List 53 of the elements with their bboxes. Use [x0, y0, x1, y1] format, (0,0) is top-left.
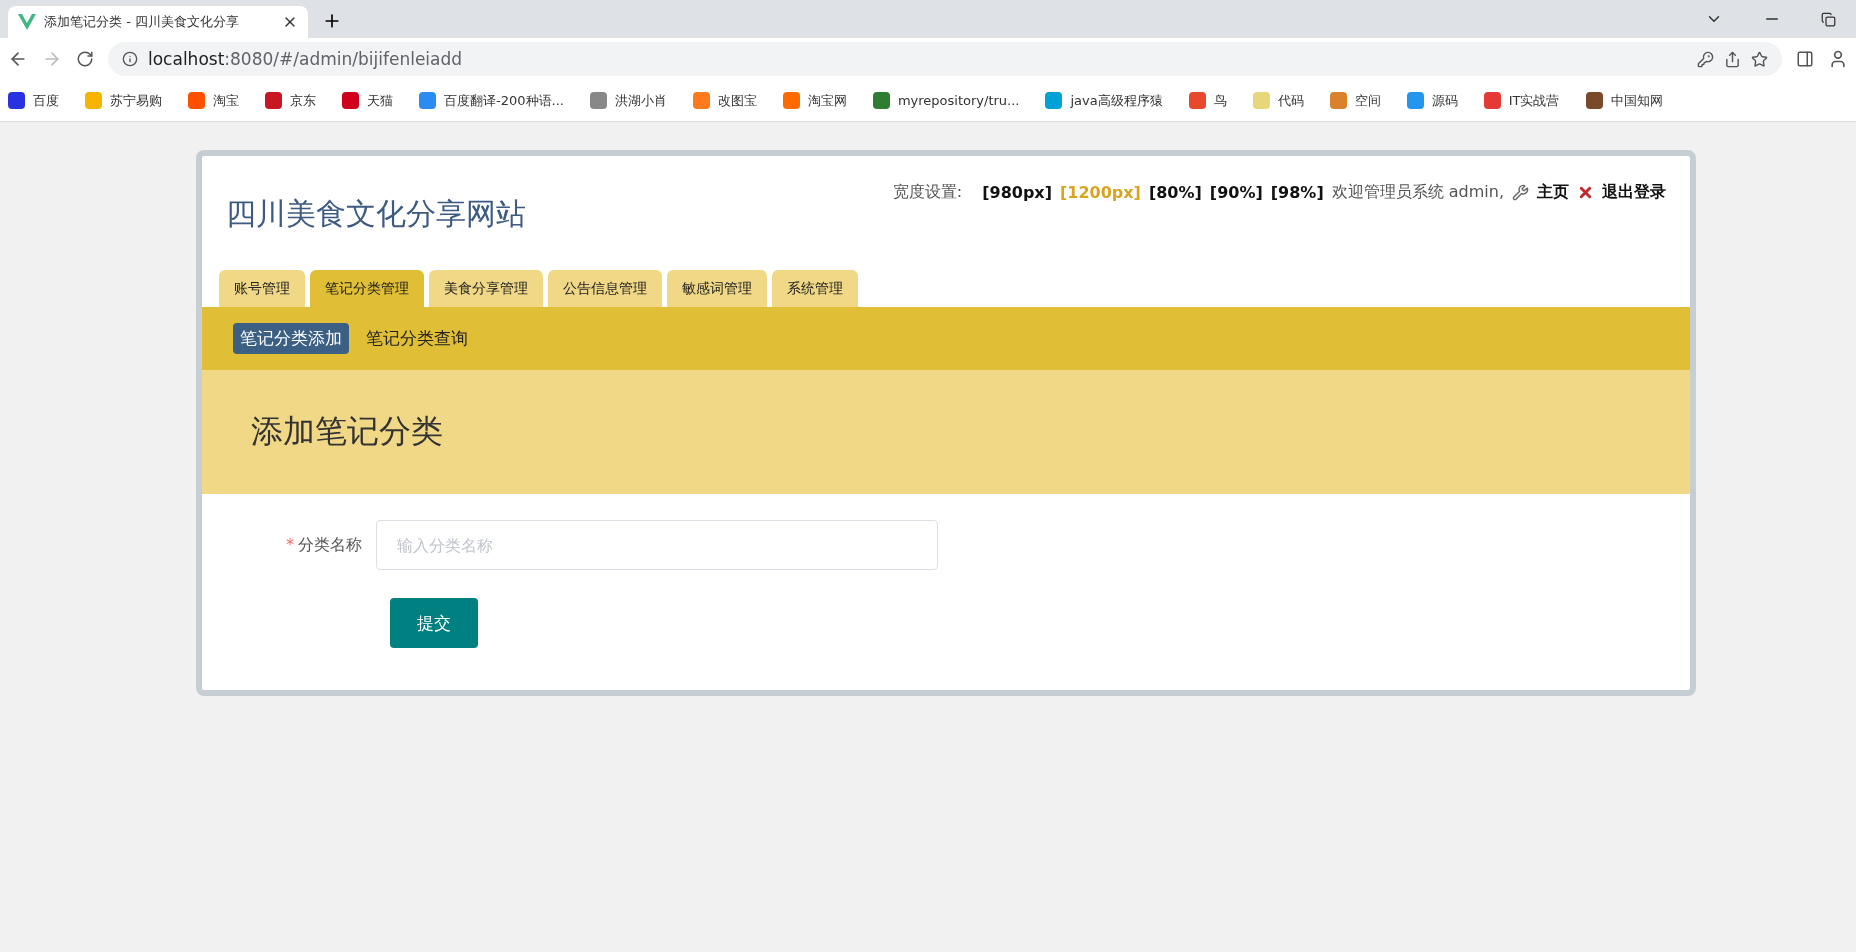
tools-icon — [1512, 184, 1529, 201]
key-icon[interactable] — [1697, 50, 1714, 68]
info-icon[interactable] — [122, 51, 138, 67]
bookmark-link[interactable]: 中国知网 — [1610, 91, 1663, 110]
bookmark-link[interactable]: 空间 — [1354, 91, 1381, 110]
bookmark-link[interactable]: 淘宝网 — [807, 91, 847, 110]
bookmark-link[interactable]: 百度 — [33, 91, 59, 110]
width-setting-label: 宽度设置: — [892, 182, 963, 203]
nav-tab[interactable]: 笔记分类管理 — [310, 270, 424, 307]
side-panel-icon[interactable] — [1796, 50, 1814, 68]
bookmark-link[interactable]: 百度翻译-200种语... — [444, 91, 564, 110]
nav-tab[interactable]: 账号管理 — [219, 270, 305, 307]
nav-tab[interactable]: 系统管理 — [772, 270, 858, 307]
bookmark-link[interactable]: 天猫 — [367, 91, 393, 110]
sub-nav-link[interactable]: 笔记分类添加 — [233, 323, 349, 354]
width-option-link[interactable]: [98%] — [1270, 183, 1324, 202]
width-option-link[interactable]: [90%] — [1209, 183, 1263, 202]
nav-tab[interactable]: 敏感词管理 — [667, 270, 767, 307]
address-bar[interactable]: localhost:8080/#/admin/bijifenleiadd — [108, 42, 1782, 76]
browser-tab[interactable]: 添加笔记分类 - 四川美食文化分享 — [8, 6, 308, 38]
bookmark-link[interactable]: 源码 — [1431, 91, 1458, 110]
bookmark-link[interactable]: 淘宝 — [213, 91, 239, 110]
page-title: 添加笔记分类 — [251, 411, 443, 452]
bookmark-link[interactable]: 改图宝 — [717, 91, 757, 110]
submit-button[interactable]: 提交 — [390, 598, 478, 648]
bookmark-link[interactable]: 代码 — [1277, 91, 1304, 110]
nav-tab[interactable]: 公告信息管理 — [548, 270, 662, 307]
tab-title: 添加笔记分类 - 四川美食文化分享 — [44, 13, 240, 31]
input-field[interactable]: 输入分类名称 — [376, 520, 938, 570]
sub-nav-link[interactable]: 笔记分类查询 — [359, 323, 475, 354]
close-icon — [1577, 184, 1594, 201]
logout-link[interactable]: 退出登录 — [1602, 182, 1666, 203]
width-option-link[interactable]: [80%] — [1148, 183, 1202, 202]
site-title: 四川美食文化分享网站 — [226, 195, 526, 233]
nav-tab[interactable]: 美食分享管理 — [429, 270, 543, 307]
bookmark-link[interactable]: 鸟 — [1213, 91, 1227, 110]
welcome-text: 欢迎管理员系统 admin, — [1331, 182, 1504, 203]
bookmark-link[interactable]: myrepository/tru... — [897, 93, 1020, 108]
star-icon[interactable] — [1751, 50, 1768, 68]
bookmark-link[interactable]: 洪湖小肖 — [614, 91, 667, 110]
bookmark-link[interactable]: 京东 — [290, 91, 316, 110]
v-logo-icon — [18, 14, 36, 30]
share-icon[interactable] — [1724, 50, 1741, 68]
home-link[interactable]: 主页 — [1537, 182, 1569, 203]
width-option-link[interactable]: [980px] — [982, 183, 1052, 202]
bookmark-link[interactable]: java高级程序猿 — [1070, 91, 1163, 110]
url-text: localhost:8080/#/admin/bijifenleiadd — [148, 49, 464, 69]
bookmark-link[interactable]: IT实战营 — [1508, 91, 1560, 110]
field-label: * 分类名称 — [285, 534, 363, 556]
bookmark-link[interactable]: 苏宁易购 — [110, 91, 162, 110]
reload-icon[interactable] — [76, 50, 94, 68]
profile-icon[interactable] — [1828, 49, 1848, 69]
restore-icon[interactable] — [1821, 11, 1836, 27]
